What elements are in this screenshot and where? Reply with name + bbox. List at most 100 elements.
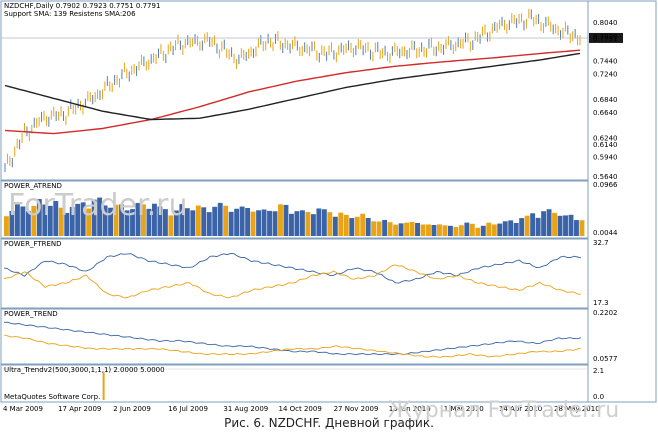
atrend-bar [272,211,278,236]
atrend-bar [316,208,322,236]
y-tick-label: 0.5640 [593,173,618,181]
atrend-bar [190,210,196,236]
atrend-bar [508,220,514,236]
atrend-bar [376,221,382,236]
copyright-label: MetaQuotes Software Corp. [4,393,100,401]
y-tick-label: 0.6140 [593,141,618,149]
atrend-bar [552,212,557,236]
indicator-tick-bottom-2: 17.3 [593,299,609,307]
x-tick-label: 17 Apr 2009 [58,405,101,413]
atrend-bar [513,222,519,236]
indicator-title-3: POWER_TREND [4,310,58,318]
atrend-bar [327,212,333,236]
atrend-bar [579,220,585,236]
atrend-bar [250,211,256,236]
indicator-tick-top-2: 32.7 [593,239,609,247]
atrend-bar [245,208,251,236]
atrend-bar [387,222,393,236]
atrend-bar [278,204,283,236]
sma-line-2 [4,52,581,121]
atrend-bar [426,224,431,236]
y-tick-label: 0.6640 [593,109,618,117]
atrend-bar [431,224,437,236]
atrend-bar [332,216,338,236]
atrend-bar [267,210,272,236]
y-tick-label: 0.7440 [593,57,618,65]
atrend-bar [223,205,229,236]
atrend-bar [234,208,240,236]
atrend-bar [206,212,212,236]
panel-frame-2 [0,238,589,309]
x-tick-label: 16 Jul 2009 [168,405,208,413]
atrend-bar [289,213,294,236]
x-tick-label: 27 Nov 2009 [334,405,379,413]
atrend-bar [491,224,497,236]
x-tick-label: 2 Jun 2009 [113,405,151,413]
atrend-bar [447,225,453,236]
atrend-bar [497,223,503,236]
atrend-bar [393,224,399,236]
atrend-bar [382,219,388,236]
atrend-bar [415,222,420,236]
y-tick-label: 0.7240 [593,70,618,78]
atrend-bar [217,202,223,236]
atrend-bar [201,207,207,236]
atrend-bar [305,212,311,236]
atrend-bar [453,226,459,236]
x-tick-label: 14 Oct 2009 [279,405,322,413]
atrend-bar [557,215,563,236]
atrend-bar [360,213,366,236]
atrend-bar [475,227,481,236]
atrend-bar [239,206,245,236]
atrend-bar [256,210,262,236]
atrend-bar [338,212,344,236]
atrend-bar [409,221,415,236]
x-tick-label: 4 Mar 2009 [3,405,43,413]
atrend-bar [530,213,536,236]
atrend-bar [261,209,267,236]
atrend-tick-bottom: 0.0044 [593,229,618,237]
atrend-bar [354,216,360,236]
indicator-line-2-1 [3,264,582,299]
atrend-bar [563,215,568,236]
indicator-line-2-0 [3,253,582,284]
indicator-tick-top-3: 0.2202 [593,309,618,317]
y-tick-label: 0.5940 [593,154,618,162]
atrend-bar [546,209,552,236]
atrend-bar [228,211,234,236]
atrend-bar [541,211,547,236]
atrend-bar [464,222,470,236]
atrend-bar [458,225,464,236]
indicator-title-2: POWER_FTREND [4,240,62,248]
ultra-bar [102,372,105,400]
atrend-bar [299,210,305,236]
y-tick-label: 0.6840 [593,96,618,104]
atrend-bar [442,225,448,236]
atrend-bar [502,221,508,236]
x-tick-label: 31 Aug 2009 [223,405,268,413]
atrend-bar [283,204,289,236]
atrend-bar [321,209,327,236]
atrend-bar [420,224,426,236]
ultra-title: Ultra_Trendv2(500,3000,1,1,1) 2.0000 5.0… [4,366,165,374]
panel-frame-3 [0,308,589,365]
atrend-bar [486,222,492,236]
atrend-bar [294,211,300,236]
atrend-bar [574,220,579,236]
atrend-bar [310,214,316,236]
atrend-bar [480,225,486,236]
indicator-line-3-1 [3,334,582,358]
atrend-bar [398,223,404,236]
chart-svg: ForTrader.ru0.77910.80400.78200.74400.72… [0,0,657,413]
atrend-bar [535,217,541,236]
atrend-title: POWER_ATREND [4,182,62,190]
atrend-bar [212,206,218,236]
atrend-bar [349,218,355,236]
atrend-bar [437,224,442,236]
atrend-bar [404,222,410,236]
atrend-bar [365,218,371,236]
y-tick-label: 0.8040 [593,19,618,27]
atrend-bar [195,205,201,236]
atrend-bar [343,214,349,236]
atrend-bar [371,221,377,236]
